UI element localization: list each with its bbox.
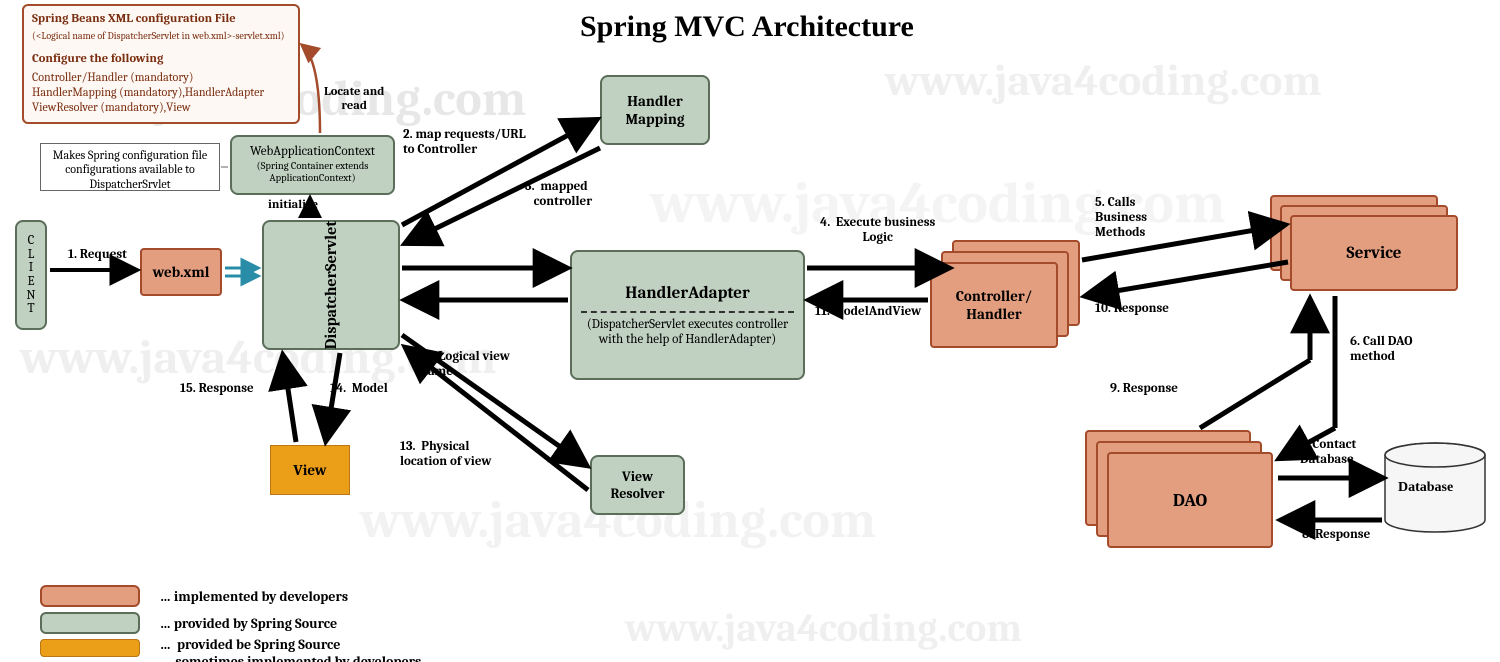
edge-locate-read: Locate and read: [324, 85, 384, 114]
edge-14-model: 14. Model: [330, 382, 388, 397]
edge-1-request: 1. Request: [68, 248, 127, 263]
legend-swatch-mixed: [40, 639, 140, 657]
edge-10-resp: 10. Response: [1095, 302, 1169, 317]
edge-13-physical: 13. Physical location of view: [400, 440, 491, 470]
legend-swatch-spring: [40, 612, 140, 634]
edge-3-mapped: 3. mapped controller: [525, 180, 592, 210]
edge-2-map: 2. map requests/URL to Controller: [403, 128, 526, 158]
arrow-layer: [0, 0, 1500, 662]
edge-8-resp: 8. Response: [1302, 528, 1370, 543]
legend-swatch-dev: [40, 585, 140, 607]
legend-dev: … implemented by developers: [160, 588, 348, 605]
legend-mixed: … provided be Spring Source sometimes im…: [160, 636, 421, 662]
edge-initialize: initialize: [268, 198, 318, 212]
edge-4-exec: 4. Execute business Logic: [820, 216, 935, 246]
edge-5-calls: 5. Calls Business Methods: [1095, 196, 1147, 241]
edge-9-resp: 9. Response: [1110, 382, 1178, 397]
edge-6-dao: 6. Call DAO method: [1350, 335, 1413, 365]
edge-7-db: 7. Contact Database: [1300, 438, 1356, 468]
edge-12-logical: 12. Logical view name: [420, 350, 510, 380]
legend-spring: … provided by Spring Source: [160, 615, 337, 632]
edge-11-mav: 11. ModelAndView: [815, 305, 921, 320]
edge-15-resp: 15. Response: [180, 382, 254, 397]
